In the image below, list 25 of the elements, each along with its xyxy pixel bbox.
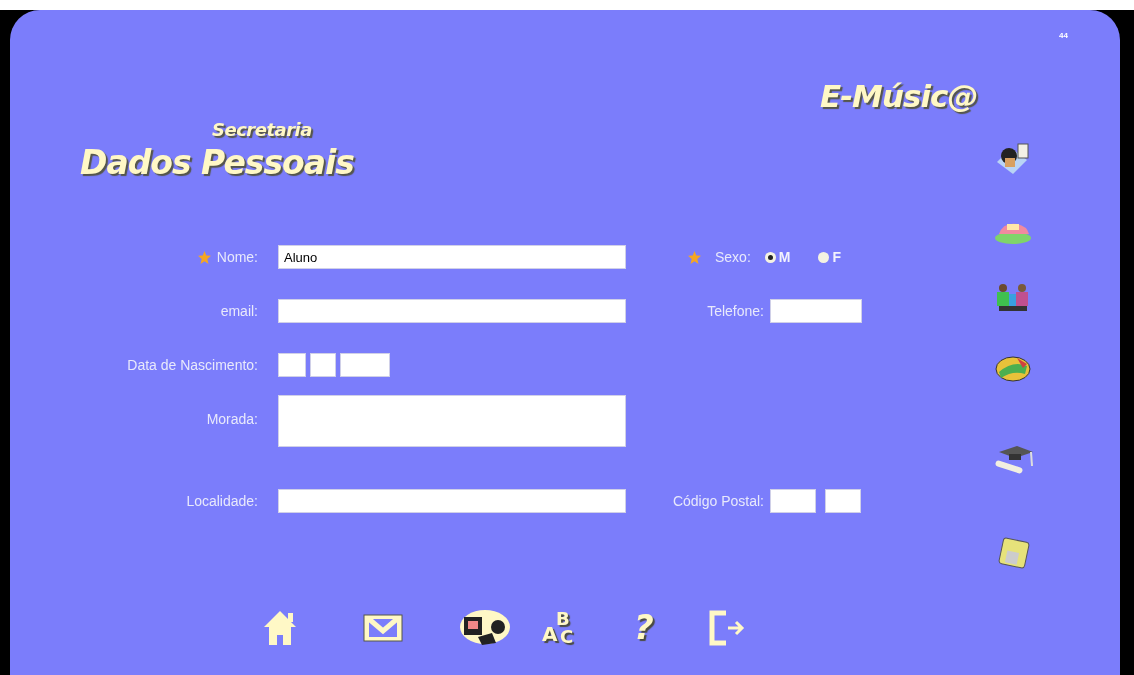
phone-field[interactable] [770,299,862,324]
field-label: Localidade: [186,491,258,511]
field-label: Telefone: [707,301,764,321]
field-label: Nome: [216,247,258,267]
date-field[interactable] [278,353,306,378]
radio-option[interactable]: M [764,246,791,268]
page-number: 44 [1059,30,1068,42]
address-field[interactable] [278,395,626,448]
field-label: Data de Nascimento: [127,355,258,375]
text-field[interactable] [278,299,626,324]
field-label: email: [220,301,258,321]
app-title: E-Músic@ [820,78,978,116]
radio-option[interactable]: F [818,246,842,268]
field-label: Código Postal: [672,491,764,511]
text-field[interactable] [278,489,626,514]
date-field[interactable] [340,353,390,378]
section-title: Secretaria [212,119,312,141]
postal-code-field[interactable] [770,489,816,514]
help-button[interactable]: ? [634,602,654,653]
date-field[interactable] [310,353,336,378]
page-title: Dados Pessoais [80,142,354,183]
text-field[interactable]: Aluno [278,245,626,270]
field-label: Sexo: [715,247,751,267]
postal-code-field[interactable] [825,489,861,514]
field-label: Morada: [206,409,258,429]
